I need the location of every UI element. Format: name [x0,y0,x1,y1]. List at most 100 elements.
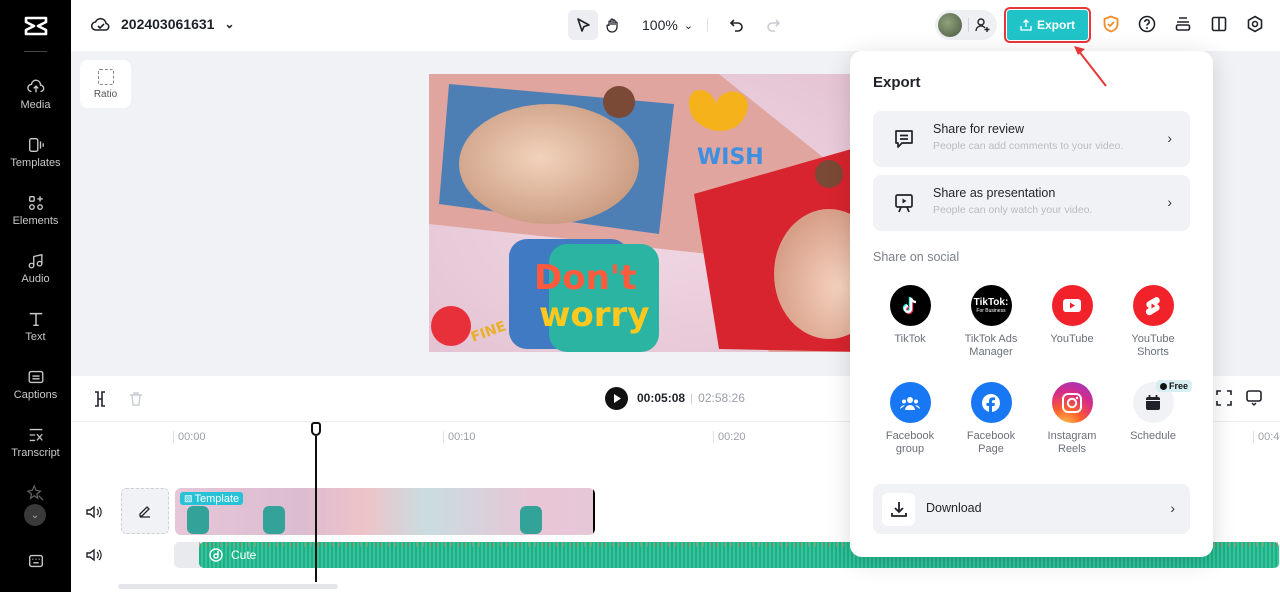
export-label: Export [1036,18,1075,32]
share-presentation-subtitle: People can only watch your video. [933,204,1093,216]
chevron-down-icon: ⌄ [683,19,694,32]
youtube-icon [1051,285,1093,326]
transcript-icon [29,428,43,442]
audio-track-volume-icon[interactable] [86,548,102,567]
tick-label: 00:20 [713,431,746,443]
social-youtube[interactable]: YouTube [1032,285,1112,346]
share-for-review-button[interactable]: Share for review People can add comments… [873,111,1190,167]
cover-edit-button[interactable] [121,488,169,534]
music-note-icon [28,253,43,269]
ratio-icon [97,68,114,85]
sidebar-item-media[interactable]: Media [0,78,71,111]
tick-label: 00:10 [443,431,476,443]
current-time: 00:05:08 [637,391,686,405]
chevron-down-icon: ⌄ [224,17,235,31]
expand-more-button[interactable]: ⌄ [24,504,46,526]
sidebar-item-elements[interactable]: Elements [0,194,71,227]
sidebar-item-audio[interactable]: Audio [0,252,71,285]
sidebar-item-transcript[interactable]: Transcript [0,426,71,459]
tiktok-icon [889,285,931,326]
play-icon [613,394,621,403]
collaborators[interactable] [935,10,997,40]
instagram-icon [1051,382,1093,423]
export-panel: Export Share for review People can add c… [850,51,1213,557]
cloud-upload-icon [26,79,44,93]
share-review-title: Share for review [933,122,1025,136]
social-label: Facebook group [885,430,935,455]
text-icon [29,312,42,327]
capcut-logo[interactable] [0,10,71,42]
divider [24,51,47,52]
clock-icon [1160,382,1167,390]
keyboard-shortcuts-button[interactable] [0,552,71,573]
social-label: Schedule [1130,430,1176,442]
settings-icon[interactable] [1245,14,1265,34]
social-youtube-shorts[interactable]: YouTube Shorts [1113,285,1193,359]
sidebar-item-label: Captions [13,389,58,401]
export-button[interactable]: Export [1004,7,1091,43]
youtube-shorts-icon [1132,285,1174,326]
social-tiktok[interactable]: TikTok [870,285,950,346]
download-button[interactable]: Download › [873,484,1190,534]
sidebar-item-label: Text [25,331,46,343]
audio-track-label: Cute [231,548,257,562]
tick-label: 00:40 [1253,431,1280,443]
project-name-menu[interactable]: 202403061631 ⌄ [91,16,235,32]
video-track-clip[interactable]: ▧ Template [175,488,595,535]
annotation-arrow-icon [1074,46,1107,87]
download-icon [882,493,915,526]
sidebar-item-text[interactable]: Text [0,310,71,343]
undo-button[interactable] [722,10,752,40]
elements-icon [28,196,43,210]
sidebar-item-label: Templates [10,157,61,169]
select-tool-button[interactable] [568,10,598,40]
redo-button[interactable] [758,10,788,40]
wish-text: WISH [697,145,764,170]
play-button[interactable] [605,387,628,410]
preview-display-icon[interactable] [1246,390,1262,411]
undo-icon [729,19,743,32]
sidebar-item-label: Media [20,99,51,111]
edit-pencil-icon [139,506,150,518]
shield-icon[interactable] [1101,14,1121,34]
playhead[interactable] [310,422,322,582]
zoom-level-dropdown[interactable]: 100% ⌄ [642,17,693,33]
share-presentation-title: Share as presentation [933,186,1056,200]
total-time: 02:58:26 [698,391,745,405]
social-label: YouTube [1050,333,1094,345]
hand-tool-button[interactable] [598,10,628,40]
fullscreen-icon[interactable] [1216,390,1232,411]
chevron-down-icon: ⌄ [30,509,40,521]
social-tiktok-ads-manager[interactable]: TikTok: For Business TikTok Ads Manager [951,285,1031,359]
upload-icon [1020,19,1032,31]
split-icon[interactable] [93,391,107,412]
preview-frame-graphic: Don't worry WISH FINE [429,74,869,352]
capcut-logo-icon [24,16,47,36]
sidebar-item-captions[interactable]: Captions [0,368,71,401]
ratio-button[interactable]: Ratio [80,60,131,108]
sidebar-item-magic[interactable] [0,484,71,505]
sidebar-item-templates[interactable]: Templates [0,136,71,169]
layers-icon[interactable] [1173,14,1193,34]
presentation-icon [895,194,913,213]
social-instagram-reels[interactable]: Instagram Reels [1032,382,1112,456]
video-preview[interactable]: Don't worry WISH FINE [429,74,869,352]
magic-star-icon [26,484,44,501]
layout-panel-icon[interactable] [1209,14,1229,34]
tiktok-business-text: TikTok: [973,296,1009,308]
social-facebook-page[interactable]: Facebook Page [951,382,1031,456]
cursor-icon [577,18,590,32]
audio-music-icon [209,548,223,567]
delete-icon[interactable] [129,391,143,412]
social-label: TikTok [894,333,926,345]
avatar[interactable] [938,13,962,37]
export-panel-title: Export [873,74,921,91]
divider [707,18,709,32]
add-user-icon[interactable] [975,17,991,33]
video-track-volume-icon[interactable] [86,505,102,524]
social-facebook-group[interactable]: Facebook group [870,382,950,456]
share-as-presentation-button[interactable]: Share as presentation People can only wa… [873,175,1190,231]
help-icon[interactable] [1137,14,1157,34]
horizontal-scrollbar[interactable] [118,584,338,589]
sidebar-item-label: Transcript [11,447,60,459]
